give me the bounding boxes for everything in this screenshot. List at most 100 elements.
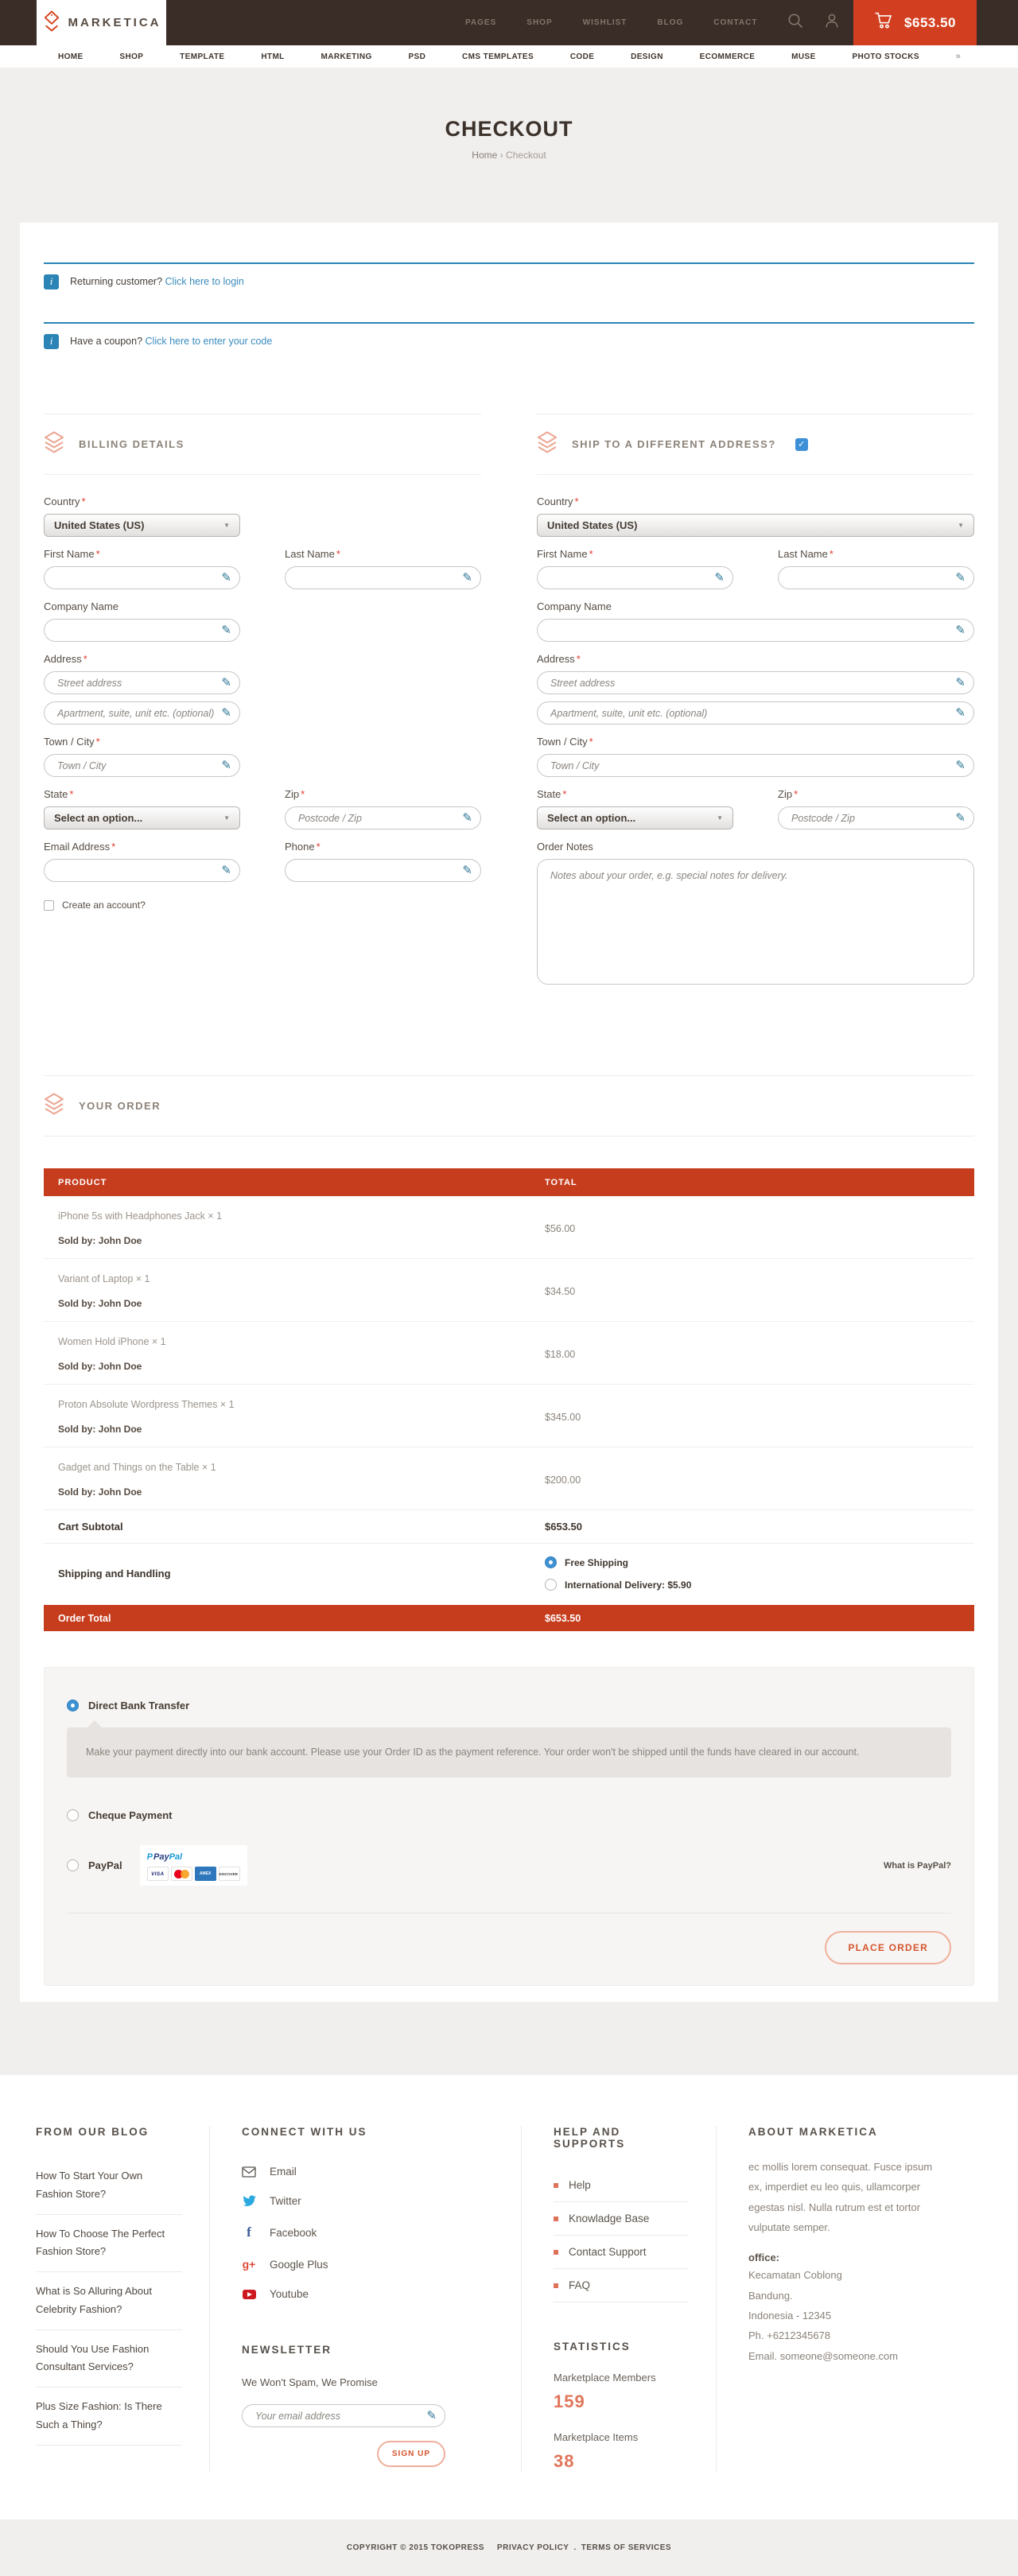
user-account-icon[interactable] — [824, 13, 840, 33]
pen-icon: ✎ — [462, 863, 472, 877]
cheque-payment-radio[interactable] — [67, 1809, 79, 1821]
youtube-link[interactable]: Youtube — [242, 2279, 494, 2309]
billing-state-select[interactable]: Select an option... ▼ — [44, 806, 240, 830]
first-name-label: First Name* — [44, 548, 240, 560]
blog-link[interactable]: How To Start Your Own Fashion Store? — [36, 2157, 182, 2215]
office-line: Indonesia - 12345 — [748, 2306, 955, 2325]
sign-up-button[interactable]: SIGN UP — [377, 2441, 445, 2467]
cart-subtotal-row: Cart Subtotal $653.50 — [44, 1510, 974, 1544]
billing-street-input[interactable] — [44, 671, 240, 694]
shipping-apartment-input[interactable] — [537, 701, 974, 725]
newsletter-email-input[interactable] — [242, 2404, 445, 2427]
topnav-wishlist[interactable]: WISHLIST — [583, 18, 628, 27]
contact-support-link[interactable]: Contact Support — [554, 2236, 689, 2269]
nav-photo-stocks[interactable]: PHOTO STOCKS — [852, 52, 919, 61]
billing-apartment-input[interactable] — [44, 701, 240, 725]
billing-zip-input[interactable] — [285, 806, 481, 830]
nav-more-icon[interactable]: » — [956, 52, 961, 61]
cart-button[interactable]: $653.50 — [853, 0, 977, 45]
state-label: State* — [537, 788, 733, 800]
nav-html[interactable]: HTML — [261, 52, 284, 61]
pen-icon: ✎ — [426, 2408, 437, 2423]
office-line: Email. someone@someone.com — [748, 2346, 955, 2366]
nav-design[interactable]: DESIGN — [631, 52, 663, 61]
billing-phone-input[interactable] — [285, 859, 481, 882]
office-line: Ph. +6212345678 — [748, 2325, 955, 2345]
layers-icon — [44, 1093, 64, 1119]
breadcrumb-home[interactable]: Home — [472, 150, 497, 161]
blog-link[interactable]: What is So Alluring About Celebrity Fash… — [36, 2272, 182, 2330]
shipping-zip-input[interactable] — [778, 806, 974, 830]
blog-link[interactable]: Plus Size Fashion: Is There Such a Thing… — [36, 2388, 182, 2446]
topnav-shop[interactable]: SHOP — [526, 18, 552, 27]
shipping-country-select[interactable]: United States (US) ▼ — [537, 514, 974, 537]
faq-link[interactable]: FAQ — [554, 2269, 689, 2302]
topnav-contact[interactable]: CONTACT — [713, 18, 757, 27]
create-account-checkbox[interactable] — [44, 900, 54, 911]
product-seller: Sold by: John Doe — [58, 1361, 545, 1372]
nav-code[interactable]: CODE — [570, 52, 595, 61]
product-name: Gadget and Things on the Table × 1 — [58, 1462, 545, 1473]
coupon-link[interactable]: Click here to enter your code — [146, 336, 273, 347]
terms-link[interactable]: TERMS OF SERVICES — [581, 2543, 671, 2552]
shipping-state-select[interactable]: Select an option... ▼ — [537, 806, 733, 830]
privacy-policy-link[interactable]: PRIVACY POLICY — [497, 2543, 569, 2552]
logo[interactable]: MARKETICA — [37, 0, 166, 45]
billing-first-name-input[interactable] — [44, 566, 240, 589]
paypal-logo: PPayPal — [147, 1852, 182, 1862]
knowledge-base-link[interactable]: Knowladge Base — [554, 2202, 689, 2236]
nav-template[interactable]: TEMPLATE — [180, 52, 224, 61]
help-link[interactable]: Help — [554, 2169, 689, 2202]
shipping-last-name-input[interactable] — [778, 566, 974, 589]
ship-different-heading: SHIP TO A DIFFERENT ADDRESS? — [572, 438, 776, 450]
column-total: TOTAL — [545, 1178, 974, 1187]
shipping-company-input[interactable] — [537, 619, 974, 642]
nav-psd[interactable]: PSD — [408, 52, 425, 61]
footer-blog-column: FROM OUR BLOG How To Start Your Own Fash… — [36, 2126, 209, 2472]
shipping-first-name-input[interactable] — [537, 566, 733, 589]
nav-home[interactable]: HOME — [58, 52, 84, 61]
billing-country-select[interactable]: United States (US) ▼ — [44, 514, 240, 537]
login-link[interactable]: Click here to login — [165, 276, 244, 287]
youtube-icon — [242, 2290, 256, 2299]
email-link[interactable]: Email — [242, 2157, 494, 2186]
nav-marketing[interactable]: MARKETING — [321, 52, 371, 61]
place-order-button[interactable]: PLACE ORDER — [825, 1931, 951, 1964]
nav-muse[interactable]: MUSE — [791, 52, 816, 61]
ship-different-checkbox[interactable]: ✓ — [795, 438, 808, 451]
google-plus-link[interactable]: g+ Google Plus — [242, 2249, 494, 2279]
newsletter: NEWSLETTER We Won't Spam, We Promise ✎ S… — [242, 2344, 494, 2467]
billing-town-input[interactable] — [44, 754, 240, 777]
nav-shop[interactable]: SHOP — [119, 52, 143, 61]
billing-email-input[interactable] — [44, 859, 240, 882]
paypal-label: PayPal — [88, 1859, 122, 1871]
blog-link[interactable]: Should You Use Fashion Consultant Servic… — [36, 2330, 182, 2388]
facebook-link[interactable]: f Facebook — [242, 2216, 494, 2249]
free-shipping-radio[interactable] — [545, 1556, 557, 1568]
members-count: 159 — [554, 2391, 689, 2412]
statistics: STATISTICS Marketplace Members 159 Marke… — [554, 2341, 689, 2472]
nav-ecommerce[interactable]: ECOMMERCE — [700, 52, 756, 61]
blog-link[interactable]: How To Choose The Perfect Fashion Store? — [36, 2215, 182, 2273]
bank-transfer-radio[interactable] — [67, 1700, 79, 1712]
paypal-radio[interactable] — [67, 1859, 79, 1871]
topnav-pages[interactable]: PAGES — [465, 18, 496, 27]
billing-company-input[interactable] — [44, 619, 240, 642]
nav-cms-templates[interactable]: CMS TEMPLATES — [462, 52, 534, 61]
twitter-link[interactable]: Twitter — [242, 2186, 494, 2216]
order-notes-textarea[interactable] — [537, 859, 974, 985]
search-icon[interactable] — [787, 13, 803, 33]
international-delivery-radio[interactable] — [545, 1579, 557, 1591]
zip-label: Zip* — [285, 788, 481, 800]
shipping-street-input[interactable] — [537, 671, 974, 694]
payment-methods: Direct Bank Transfer Make your payment d… — [44, 1667, 974, 1986]
order-total-row: Order Total $653.50 — [44, 1605, 974, 1631]
shipping-town-input[interactable] — [537, 754, 974, 777]
chevron-down-icon: ▼ — [223, 522, 230, 529]
bank-transfer-description: Make your payment directly into our bank… — [67, 1727, 951, 1778]
product-name: iPhone 5s with Headphones Jack × 1 — [58, 1210, 545, 1222]
what-is-paypal-link[interactable]: What is PayPal? — [884, 1861, 951, 1871]
newsletter-heading: NEWSLETTER — [242, 2344, 494, 2356]
topnav-blog[interactable]: BLOG — [657, 18, 683, 27]
billing-last-name-input[interactable] — [285, 566, 481, 589]
